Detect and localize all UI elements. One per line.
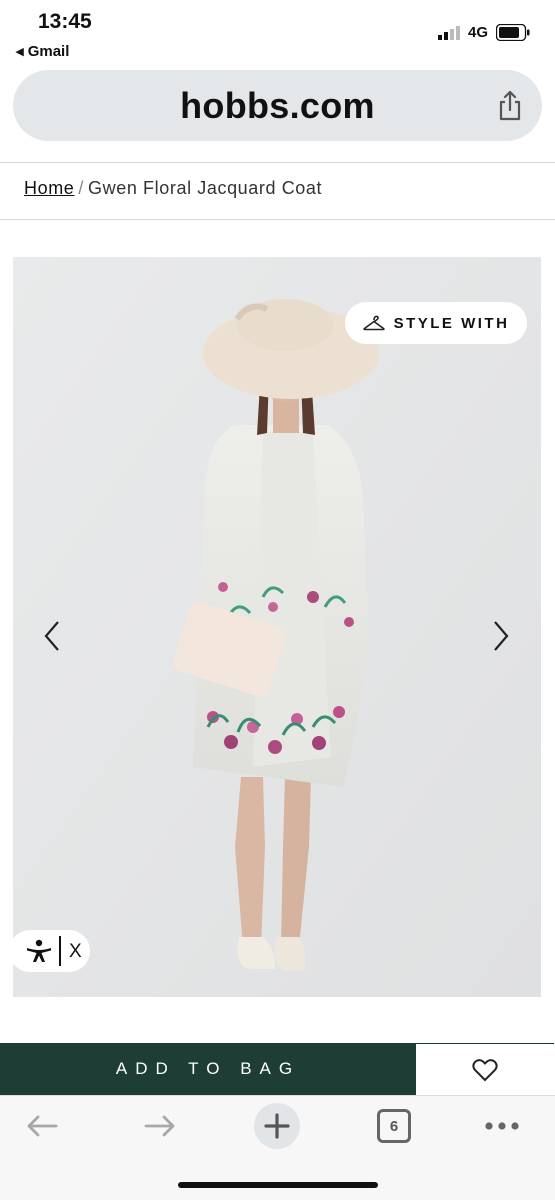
accessibility-widget[interactable]: X [13, 930, 90, 972]
product-image-carousel[interactable]: STYLE WITH X [13, 257, 541, 997]
product-photo [13, 257, 541, 997]
more-button[interactable] [482, 1104, 522, 1148]
url-text: hobbs.com [180, 85, 375, 126]
accessibility-close-button[interactable]: X [69, 941, 82, 963]
add-to-bag-button[interactable]: ADD TO BAG [0, 1043, 416, 1095]
breadcrumb-current: Gwen Floral Jacquard Coat [88, 178, 323, 198]
more-icon [485, 1122, 519, 1130]
breadcrumb-home-link[interactable]: Home [24, 178, 74, 198]
chevron-left-icon[interactable] [40, 618, 64, 654]
network-label: 4G [468, 24, 489, 41]
plus-icon [254, 1103, 300, 1149]
tabs-button[interactable]: 6 [377, 1104, 411, 1148]
breadcrumb: Home / Gwen Floral Jacquard Coat [24, 178, 322, 199]
divider [59, 936, 61, 966]
battery-icon [496, 24, 530, 41]
hanger-icon [362, 315, 385, 331]
divider [0, 219, 555, 220]
tab-count: 6 [377, 1109, 411, 1143]
arrow-left-icon [27, 1115, 58, 1137]
back-to-app-link[interactable]: ◂ Gmail [16, 42, 69, 60]
back-button[interactable] [22, 1104, 62, 1148]
style-with-label: STYLE WITH [393, 314, 510, 332]
signal-icon [438, 26, 460, 40]
accessibility-icon[interactable] [25, 939, 53, 963]
wishlist-button[interactable] [416, 1043, 554, 1095]
breadcrumb-separator: / [78, 178, 85, 198]
status-time: 13:45 [38, 10, 92, 33]
chevron-right-icon[interactable] [489, 618, 513, 654]
forward-button[interactable] [140, 1104, 180, 1148]
home-indicator[interactable] [178, 1182, 378, 1188]
heart-icon [472, 1058, 498, 1081]
divider [0, 162, 555, 163]
arrow-right-icon [144, 1115, 175, 1137]
url-bar[interactable]: hobbs.com [13, 70, 542, 141]
style-with-button[interactable]: STYLE WITH [345, 302, 527, 344]
new-tab-button[interactable] [253, 1103, 301, 1149]
share-icon[interactable] [497, 90, 523, 122]
